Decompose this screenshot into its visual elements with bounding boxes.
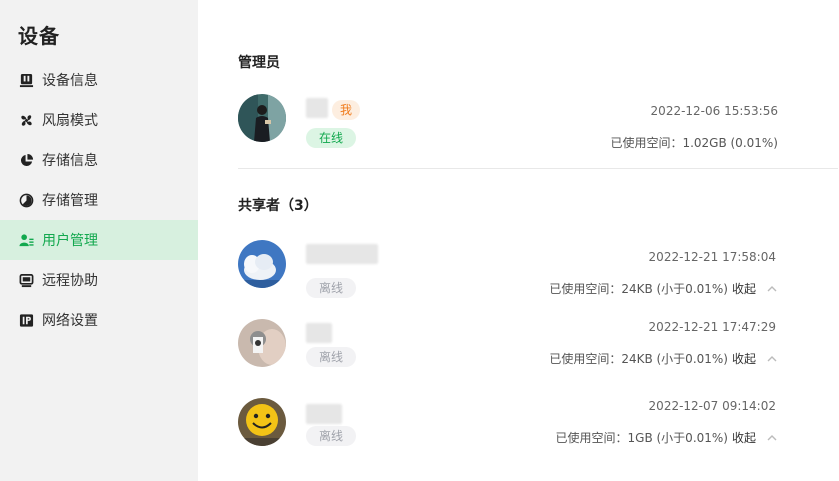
- ip-icon: [18, 312, 34, 328]
- sidebar-item-network-settings[interactable]: 网络设置: [0, 300, 198, 340]
- user-name-redacted: [306, 244, 378, 264]
- collapse-link[interactable]: 收起: [732, 350, 756, 367]
- device-info-icon: [18, 72, 34, 88]
- user-name-redacted: [306, 404, 342, 424]
- sharers-section-title: 共享者（3）: [238, 198, 318, 214]
- storage-usage: 已使用空间：1.02GB (0.01%): [610, 134, 778, 151]
- sidebar-item-remote-assist[interactable]: 远程协助: [0, 260, 198, 300]
- collapse-link[interactable]: 收起: [732, 280, 756, 297]
- sharer-row: 离线 2022-12-21 17:58:04 已使用空间：24KB (小于0.0…: [238, 240, 778, 298]
- storage-usage: 已使用空间：24KB (小于0.01%) 收起: [549, 350, 778, 367]
- fan-icon: [18, 112, 34, 128]
- last-active-time: 2022-12-06 15:53:56: [650, 104, 778, 118]
- sidebar: 设备 设备信息 风扇模式 存储信息 存储管理 用户管理 远程协助 网络设置: [0, 0, 198, 481]
- sidebar-title: 设备: [18, 24, 60, 48]
- last-active-time: 2022-12-21 17:58:04: [648, 250, 776, 264]
- sidebar-item-label: 网络设置: [42, 313, 98, 329]
- main-content: 管理员 我 在线 2022-12-06 15:53:56 已使用空间：1.02G…: [198, 0, 839, 481]
- sidebar-nav: 设备信息 风扇模式 存储信息 存储管理 用户管理 远程协助 网络设置: [0, 60, 198, 340]
- sidebar-item-label: 存储管理: [42, 193, 98, 209]
- storage-usage: 已使用空间：1GB (小于0.01%) 收起: [556, 429, 778, 446]
- storage-usage-text: 已使用空间：24KB (小于0.01%): [549, 282, 728, 296]
- sidebar-item-label: 存储信息: [42, 153, 98, 169]
- divider: [238, 168, 838, 169]
- chevron-up-icon[interactable]: [766, 432, 778, 444]
- avatar: [238, 398, 286, 446]
- sidebar-item-storage-manage[interactable]: 存储管理: [0, 180, 198, 220]
- user-name-redacted: [306, 323, 332, 343]
- sidebar-item-label: 设备信息: [42, 73, 98, 89]
- admin-user-row: 我 在线 2022-12-06 15:53:56 已使用空间：1.02GB (0…: [238, 94, 778, 150]
- last-active-time: 2022-12-21 17:47:29: [648, 320, 776, 334]
- sidebar-item-label: 远程协助: [42, 273, 98, 289]
- chevron-up-icon[interactable]: [766, 353, 778, 365]
- sidebar-item-storage-info[interactable]: 存储信息: [0, 140, 198, 180]
- storage-usage-text: 已使用空间：24KB (小于0.01%): [549, 352, 728, 366]
- user-manage-icon: [18, 232, 34, 248]
- storage-usage-text: 已使用空间：1.02GB (0.01%): [610, 136, 778, 150]
- sidebar-item-device-info[interactable]: 设备信息: [0, 60, 198, 100]
- me-tag: 我: [332, 100, 360, 120]
- storage-usage-text: 已使用空间：1GB (小于0.01%): [555, 431, 728, 445]
- user-name-redacted: [306, 98, 328, 118]
- admin-section-title: 管理员: [238, 55, 280, 71]
- status-badge: 离线: [306, 347, 356, 367]
- status-badge: 在线: [306, 128, 356, 148]
- avatar: [238, 240, 286, 288]
- avatar: [238, 94, 286, 142]
- sharer-row: 离线 2022-12-07 09:14:02 已使用空间：1GB (小于0.01…: [238, 398, 778, 454]
- remote-monitor-icon: [18, 272, 34, 288]
- storage-manage-icon: [18, 192, 34, 208]
- status-badge: 离线: [306, 278, 356, 298]
- sidebar-item-label: 用户管理: [42, 233, 98, 249]
- sharer-row: 离线 2022-12-21 17:47:29 已使用空间：24KB (小于0.0…: [238, 319, 778, 375]
- last-active-time: 2022-12-07 09:14:02: [648, 399, 776, 413]
- status-badge: 离线: [306, 426, 356, 446]
- sidebar-item-label: 风扇模式: [42, 113, 98, 129]
- avatar: [238, 319, 286, 367]
- chevron-up-icon[interactable]: [766, 283, 778, 295]
- storage-pie-icon: [18, 152, 34, 168]
- sidebar-item-fan-mode[interactable]: 风扇模式: [0, 100, 198, 140]
- storage-usage: 已使用空间：24KB (小于0.01%) 收起: [549, 280, 778, 297]
- sidebar-item-user-manage[interactable]: 用户管理: [0, 220, 198, 260]
- collapse-link[interactable]: 收起: [732, 429, 756, 446]
